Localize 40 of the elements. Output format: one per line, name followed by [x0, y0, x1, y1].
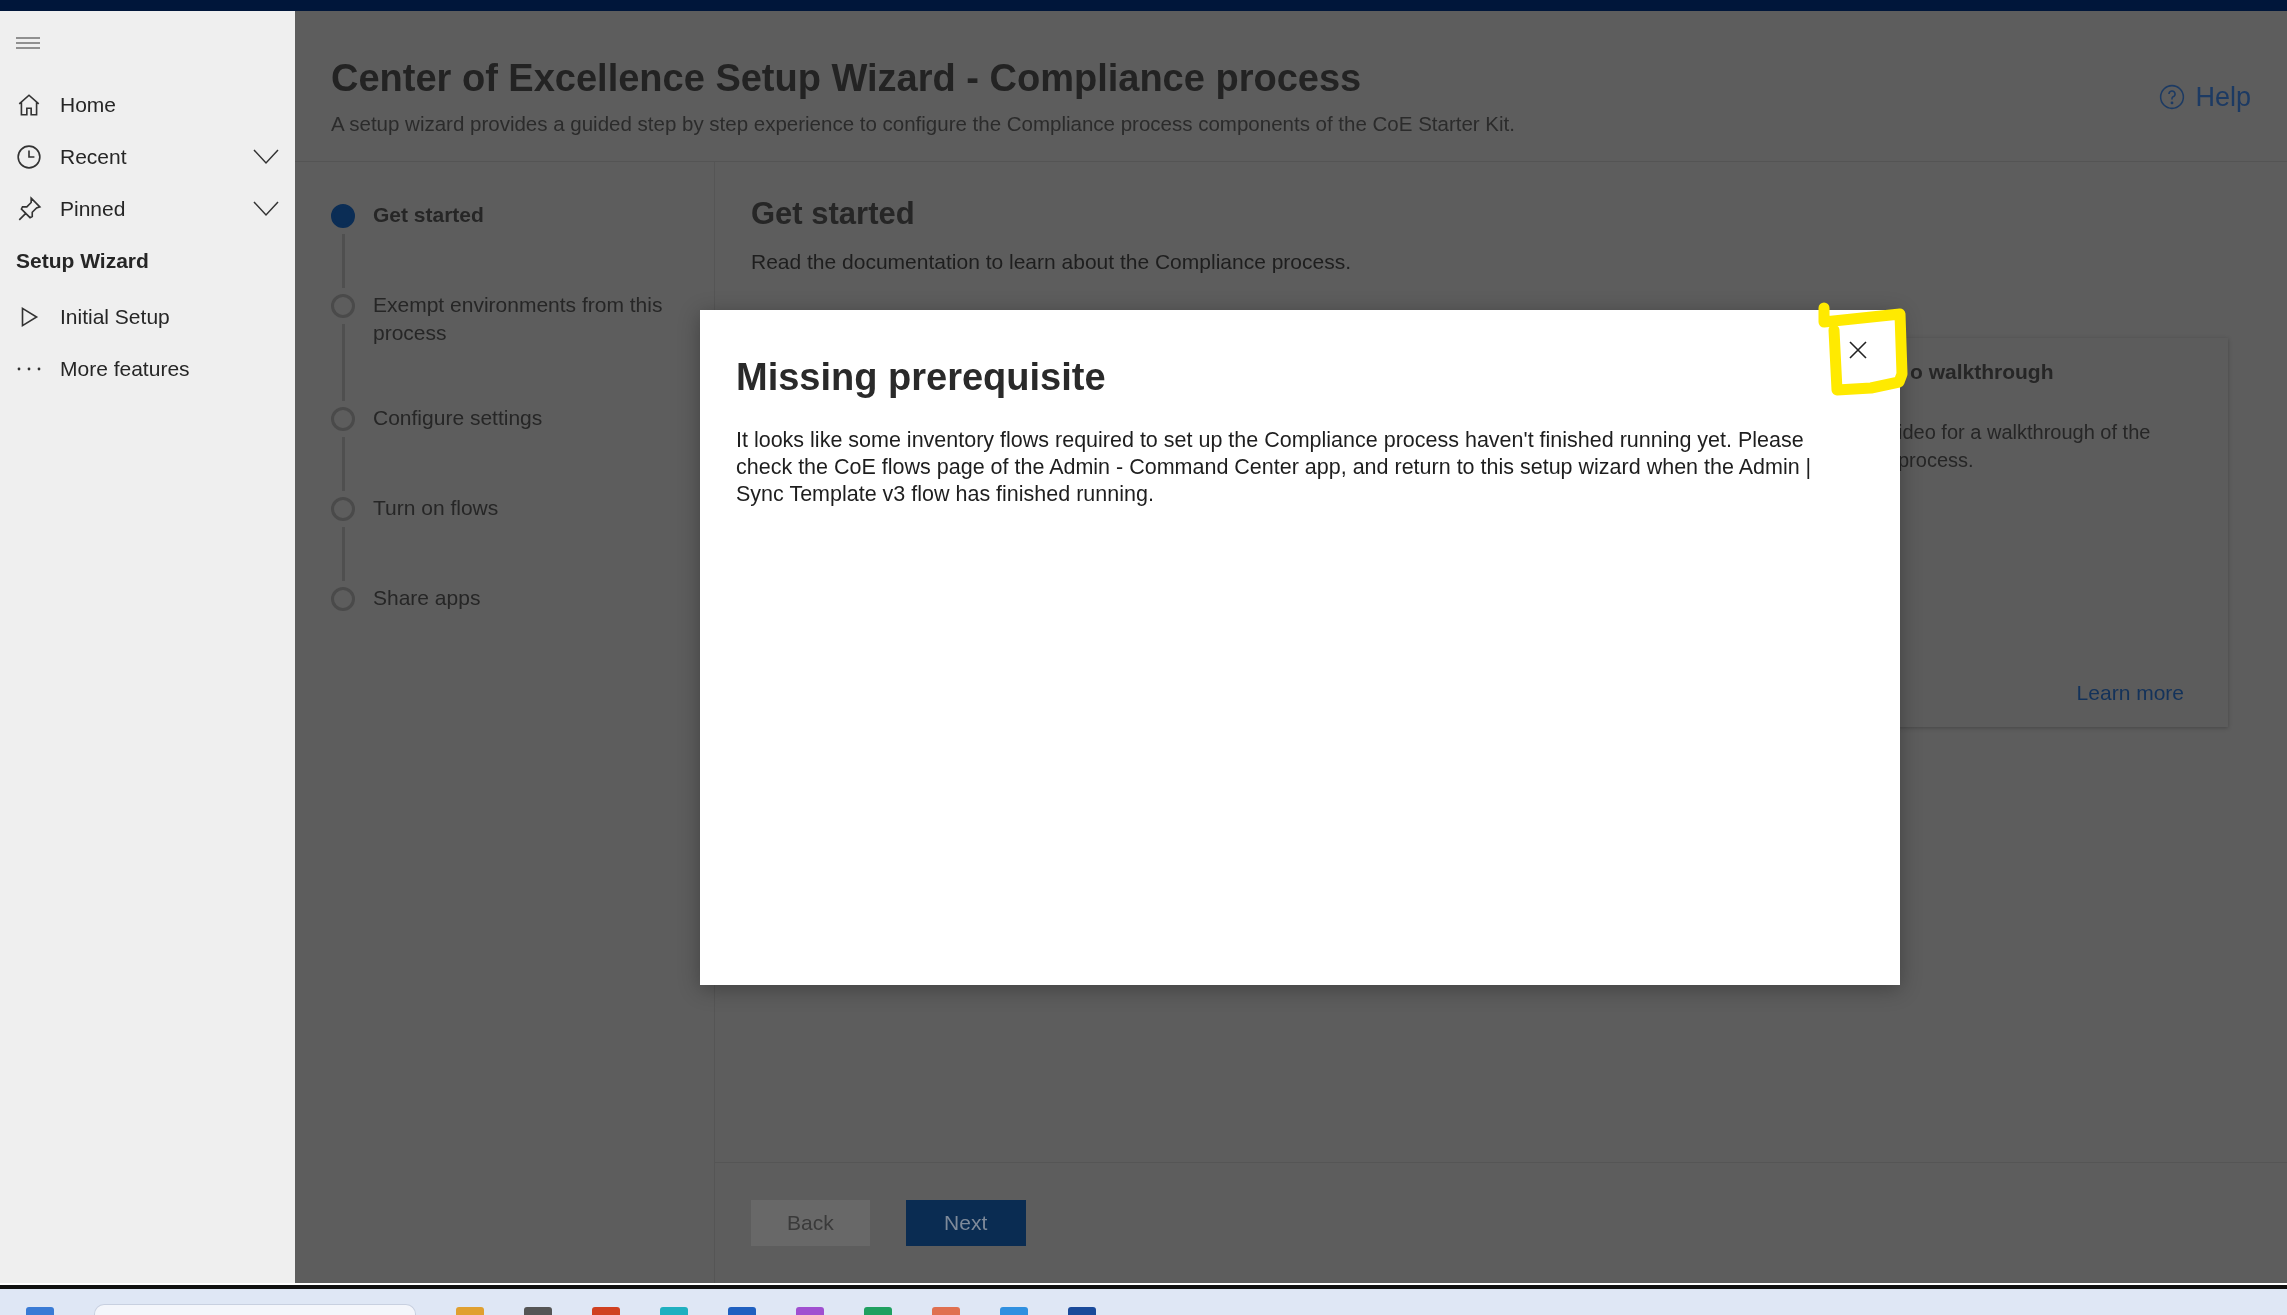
nav-item[interactable]: Initial Setup: [60, 305, 279, 329]
home-icon: [16, 92, 42, 118]
clock-icon: [16, 144, 42, 170]
taskbar-app-icon[interactable]: [796, 1307, 824, 1315]
taskbar-app-icon[interactable]: [1068, 1307, 1096, 1315]
learn-more-link[interactable]: Learn more: [2076, 681, 2184, 705]
taskbar-app-icon[interactable]: [1000, 1307, 1028, 1315]
dialog-message: It looks like some inventory flows required to set up the Compliance process haven't finished running yet. Please check the CoE flows page of the Admin - Command Center app, and return to this setup wizard when the Admin | Sync Template v3 flow has finished running.: [736, 427, 1813, 508]
taskbar-app-icon[interactable]: [592, 1307, 620, 1315]
next-button[interactable]: Next: [905, 1200, 1026, 1246]
nav-item[interactable]: Pinned: [60, 197, 235, 221]
section-title: Setup Wizard: [15, 248, 150, 274]
taskbar-app-icon[interactable]: [932, 1307, 960, 1315]
step-label[interactable]: Turn on flows: [373, 494, 693, 587]
step-label[interactable]: Configure settings: [373, 404, 693, 497]
section-text: Read the documentation to learn about the Compliance process.: [751, 250, 1353, 274]
help-link[interactable]: Help: [2159, 77, 2251, 117]
nav-item[interactable]: Home: [60, 93, 279, 117]
step-label[interactable]: Get started: [373, 201, 693, 294]
taskbar-app-icon[interactable]: [864, 1307, 892, 1315]
taskbar-app-icon[interactable]: [456, 1307, 484, 1315]
nav-item[interactable]: Recent: [60, 145, 235, 169]
section-heading: Get started: [751, 196, 916, 232]
taskbar-app-icon[interactable]: [524, 1307, 552, 1315]
menu-icon[interactable]: [16, 37, 40, 49]
help-label: Help: [2195, 81, 2251, 113]
start-icon[interactable]: [26, 1307, 54, 1315]
more-icon: [16, 366, 42, 372]
chevron-icon[interactable]: [253, 149, 279, 165]
taskbar-app-icon[interactable]: [660, 1307, 688, 1315]
taskbar-search-field[interactable]: [94, 1304, 416, 1315]
taskbar-app-icon[interactable]: [728, 1307, 756, 1315]
step-label[interactable]: Share apps: [373, 584, 693, 677]
chevron-icon[interactable]: [253, 201, 279, 217]
close-icon: [1848, 340, 1868, 360]
nav-item[interactable]: More features: [60, 357, 279, 381]
help-icon: [2159, 84, 2186, 110]
pin-icon: [16, 196, 42, 222]
dialog-title: Missing prerequisite: [736, 356, 1107, 399]
page-title: Center of Excellence Setup Wizard - Compliance process: [331, 57, 1363, 100]
